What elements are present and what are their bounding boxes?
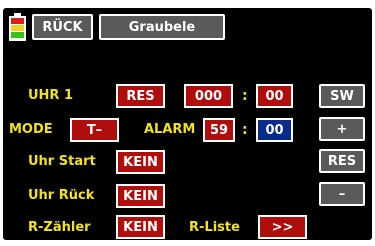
uhr1-minutes-field[interactable]: 000 xyxy=(184,84,233,108)
uhr1-seconds-field[interactable]: 00 xyxy=(256,84,293,108)
mode-label: MODE xyxy=(9,122,53,137)
plus-button[interactable]: + xyxy=(319,117,365,141)
r-liste-open-button[interactable]: >> xyxy=(258,215,307,239)
back-button[interactable]: RÜCK xyxy=(32,14,93,40)
reset-side-button[interactable]: RES xyxy=(319,149,365,173)
alarm-minutes-field[interactable]: 59 xyxy=(203,118,235,142)
uhr-start-label: Uhr Start xyxy=(28,154,96,169)
battery-icon xyxy=(9,13,26,41)
sw-button[interactable]: SW xyxy=(319,84,365,108)
uhr-rueck-switch-button[interactable]: KEIN xyxy=(116,184,165,208)
model-title-button[interactable]: Graubele xyxy=(99,14,225,40)
screen: RÜCK Graubele UHR 1 RES 000 : 00 MODE T–… xyxy=(0,0,375,246)
alarm-label: ALARM xyxy=(144,122,196,137)
uhr1-colon: : xyxy=(242,88,248,104)
battery-segment-green xyxy=(11,32,24,38)
minus-button[interactable]: – xyxy=(319,182,365,206)
battery-segment-red xyxy=(11,18,24,24)
uhr-start-switch-button[interactable]: KEIN xyxy=(116,150,165,174)
alarm-colon: : xyxy=(242,122,248,138)
battery-segment-yellow xyxy=(11,25,24,31)
r-zaehler-label: R-Zähler xyxy=(28,220,91,235)
uhr1-reset-button[interactable]: RES xyxy=(116,84,165,108)
uhr1-label: UHR 1 xyxy=(28,88,74,103)
display-panel: RÜCK Graubele UHR 1 RES 000 : 00 MODE T–… xyxy=(3,8,372,240)
mode-value-button[interactable]: T– xyxy=(70,118,119,142)
r-liste-label: R-Liste xyxy=(189,220,240,235)
uhr-rueck-label: Uhr Rück xyxy=(28,188,95,203)
alarm-seconds-field[interactable]: 00 xyxy=(256,118,293,142)
r-zaehler-switch-button[interactable]: KEIN xyxy=(116,215,165,239)
